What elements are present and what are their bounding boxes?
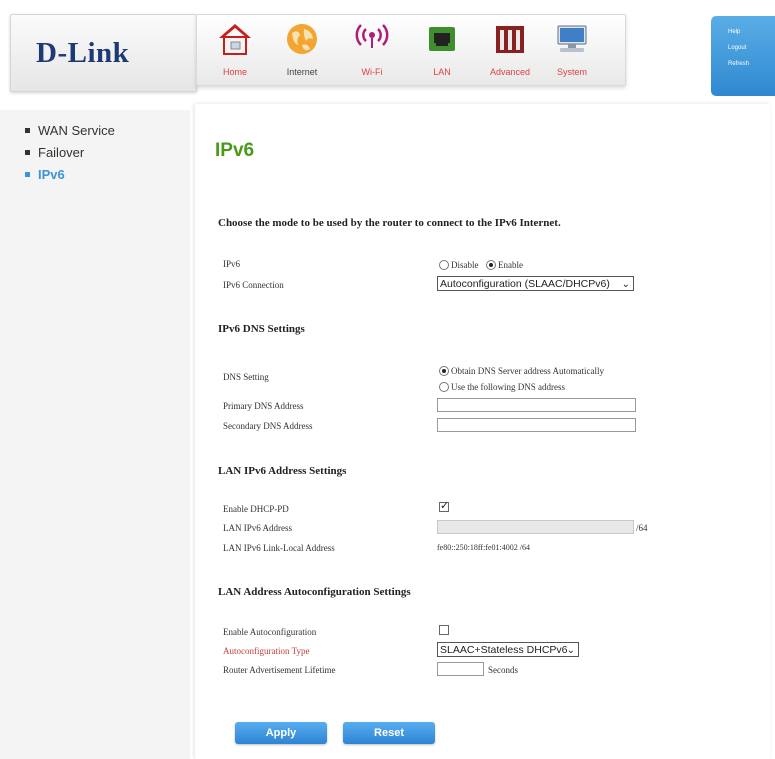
link-local-label: LAN IPv6 Link-Local Address: [223, 543, 335, 553]
secondary-dns-input[interactable]: [437, 418, 636, 432]
ra-lifetime-label: Router Advertisement Lifetime: [223, 665, 336, 675]
lan-ipv6-address-label: LAN IPv6 Address: [223, 523, 292, 533]
ipv6-connection-label: IPv6 Connection: [223, 280, 284, 290]
nav-advanced[interactable]: Advanced: [480, 15, 540, 83]
checkmark-icon: ✓: [440, 500, 450, 512]
autoconf-type-value: SLAAC+Stateless DHCPv6: [440, 644, 568, 656]
enable-autoconf-checkbox[interactable]: [439, 625, 449, 635]
logout-link[interactable]: Logout: [728, 45, 746, 51]
enable-dhcp-pd-label: Enable DHCP-PD: [223, 504, 289, 514]
sidebar-item-failover[interactable]: Failover: [25, 145, 84, 160]
help-link[interactable]: Help: [728, 29, 740, 35]
dns-setting-label: DNS Setting: [223, 372, 269, 382]
lan-icon: [429, 27, 455, 51]
nav-internet-label: Internet: [286, 67, 318, 77]
ipv6-radio-group: Disable Enable: [439, 256, 526, 274]
sidebar-item-label: Failover: [38, 145, 85, 160]
sidebar-item-label: IPv6: [38, 167, 65, 182]
autoconf-section-title: LAN Address Autoconfiguration Settings: [218, 586, 411, 598]
nav-advanced-label: Advanced: [489, 67, 531, 77]
apply-button[interactable]: Apply: [235, 722, 327, 744]
main-content: IPv6 Choose the mode to be used by the r…: [195, 104, 770, 759]
nav-wifi-label: Wi-Fi: [361, 67, 383, 77]
ipv6-disable-label: Disable: [451, 259, 479, 270]
bullet-icon: [25, 150, 30, 156]
enable-autoconf-label: Enable Autoconfiguration: [223, 627, 317, 637]
ipv6-enable-label: Enable: [497, 259, 523, 270]
computer-icon: [557, 25, 587, 52]
ipv6-enable-radio[interactable]: [485, 259, 496, 270]
lan-section-title: LAN IPv6 Address Settings: [218, 465, 347, 477]
enable-dhcp-pd-checkbox[interactable]: ✓: [439, 500, 450, 512]
nav-lan-label: LAN: [433, 67, 451, 77]
header-bar: D-Link Home Internet Wi-Fi LAN Advanced …: [0, 0, 775, 98]
nav-wifi[interactable]: Wi-Fi: [342, 15, 402, 83]
lan-ipv6-address-input[interactable]: [437, 520, 634, 534]
nav-system[interactable]: System: [542, 15, 602, 83]
chevron-down-icon: ⌄: [621, 279, 630, 290]
primary-dns-label: Primary DNS Address: [223, 401, 304, 411]
secondary-dns-label: Secondary DNS Address: [223, 421, 313, 431]
sidebar-item-ipv6[interactable]: IPv6: [25, 167, 65, 182]
refresh-link[interactable]: Refresh: [728, 61, 749, 67]
ipv6-disable-radio[interactable]: [439, 259, 449, 270]
ra-lifetime-unit: Seconds: [488, 665, 518, 675]
help-panel: Help Logout Refresh: [711, 16, 775, 96]
nav-home[interactable]: Home: [205, 15, 265, 83]
top-navigation: Home Internet Wi-Fi LAN Advanced System: [196, 14, 626, 86]
ipv6-connection-value: Autoconfiguration (SLAAC/DHCPv6): [440, 278, 610, 290]
globe-icon: [287, 24, 317, 54]
home-icon: [219, 24, 251, 55]
dns-manual-label: Use the following DNS address: [451, 381, 565, 392]
sidebar: WAN Service Failover IPv6: [0, 110, 190, 759]
nav-home-label: Home: [222, 67, 247, 77]
nav-system-label: System: [556, 67, 587, 77]
dns-auto-label: Obtain DNS Server address Automatically: [451, 365, 604, 376]
page-title: IPv6: [215, 140, 255, 161]
dns-manual-radio[interactable]: [439, 381, 449, 392]
dns-manual-option: Use the following DNS address: [439, 378, 568, 396]
bullet-icon: [25, 128, 30, 134]
nav-lan[interactable]: LAN: [412, 15, 472, 83]
tools-icon: [496, 26, 524, 53]
autoconf-type-label: Autoconfiguration Type: [223, 646, 310, 656]
nav-internet[interactable]: Internet: [272, 15, 332, 83]
ipv6-connection-select[interactable]: Autoconfiguration (SLAAC/DHCPv6) ⌄: [437, 276, 634, 291]
chevron-down-icon: ⌄: [566, 645, 575, 656]
link-local-value: fe80::250:18ff:fe01:4002 /64: [437, 543, 530, 552]
lan-ipv6-prefix-suffix: /64: [636, 523, 648, 533]
d-link-logo[interactable]: D-Link: [36, 37, 129, 70]
wifi-icon: [355, 24, 389, 48]
ipv6-label: IPv6: [223, 259, 241, 269]
primary-dns-input[interactable]: [437, 398, 636, 412]
ra-lifetime-input[interactable]: [437, 662, 484, 676]
reset-button[interactable]: Reset: [343, 722, 435, 744]
autoconf-type-select[interactable]: SLAAC+Stateless DHCPv6 ⌄: [437, 642, 579, 657]
dns-auto-radio[interactable]: [439, 365, 449, 376]
logo-panel: D-Link: [10, 14, 197, 92]
sidebar-item-wan-service[interactable]: WAN Service: [25, 123, 115, 138]
sidebar-item-label: WAN Service: [38, 123, 115, 138]
bullet-icon: [25, 172, 30, 178]
intro-text: Choose the mode to be used by the router…: [218, 217, 561, 229]
dns-section-title: IPv6 DNS Settings: [218, 323, 305, 335]
